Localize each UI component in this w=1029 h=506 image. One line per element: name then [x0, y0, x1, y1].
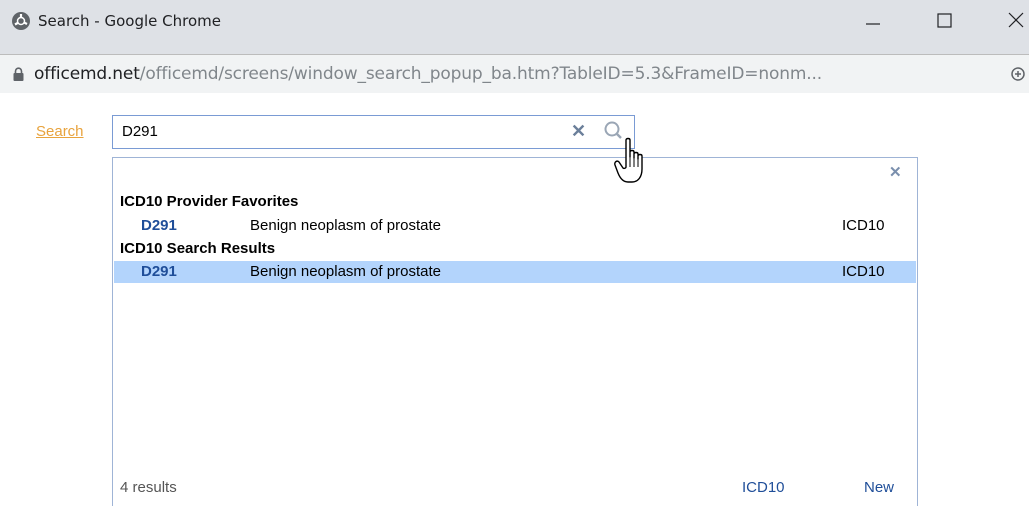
popup-close-icon[interactable]: ✕ [889, 163, 902, 181]
chrome-app-icon [12, 12, 30, 30]
clear-icon[interactable]: ✕ [571, 121, 586, 141]
result-type: ICD10 [842, 263, 885, 280]
minimize-icon[interactable] [858, 8, 888, 34]
icd10-filter-link[interactable]: ICD10 [742, 479, 785, 496]
results-count: 4 results [120, 479, 177, 496]
search-input[interactable]: D291 ✕ [112, 115, 635, 149]
lock-icon[interactable] [12, 67, 25, 82]
url-text[interactable]: officemd.net/officemd/screens/window_sea… [34, 63, 822, 85]
hand-cursor-icon [614, 137, 643, 183]
browser-title-bar: Search - Google Chrome [0, 0, 1029, 54]
group-header: ICD10 Search Results [120, 240, 276, 257]
result-row-selected[interactable]: D291 Benign neoplasm of prostate ICD10 [114, 261, 916, 283]
result-row[interactable]: D291 Benign neoplasm of prostate ICD10 [114, 215, 916, 237]
result-description: Benign neoplasm of prostate [250, 217, 441, 234]
search-link[interactable]: Search [36, 123, 84, 140]
search-input-value[interactable]: D291 [122, 123, 158, 140]
search-results-popup: ✕ ICD10 Provider Favorites D291 Benign n… [112, 157, 918, 506]
result-description: Benign neoplasm of prostate [250, 263, 441, 280]
group-header: ICD10 Provider Favorites [120, 193, 299, 210]
close-icon[interactable] [1000, 8, 1029, 34]
url-path: /officemd/screens/window_search_popup_ba… [139, 64, 823, 84]
window-title: Search - Google Chrome [38, 12, 221, 30]
result-type: ICD10 [842, 217, 885, 234]
maximize-icon[interactable] [930, 8, 960, 34]
address-bar[interactable]: officemd.net/officemd/screens/window_sea… [0, 55, 1029, 93]
result-code: D291 [141, 263, 177, 280]
new-link[interactable]: New [864, 479, 894, 496]
result-code: D291 [141, 217, 177, 234]
url-host: officemd.net [34, 64, 140, 84]
share-icon[interactable] [1010, 65, 1029, 83]
